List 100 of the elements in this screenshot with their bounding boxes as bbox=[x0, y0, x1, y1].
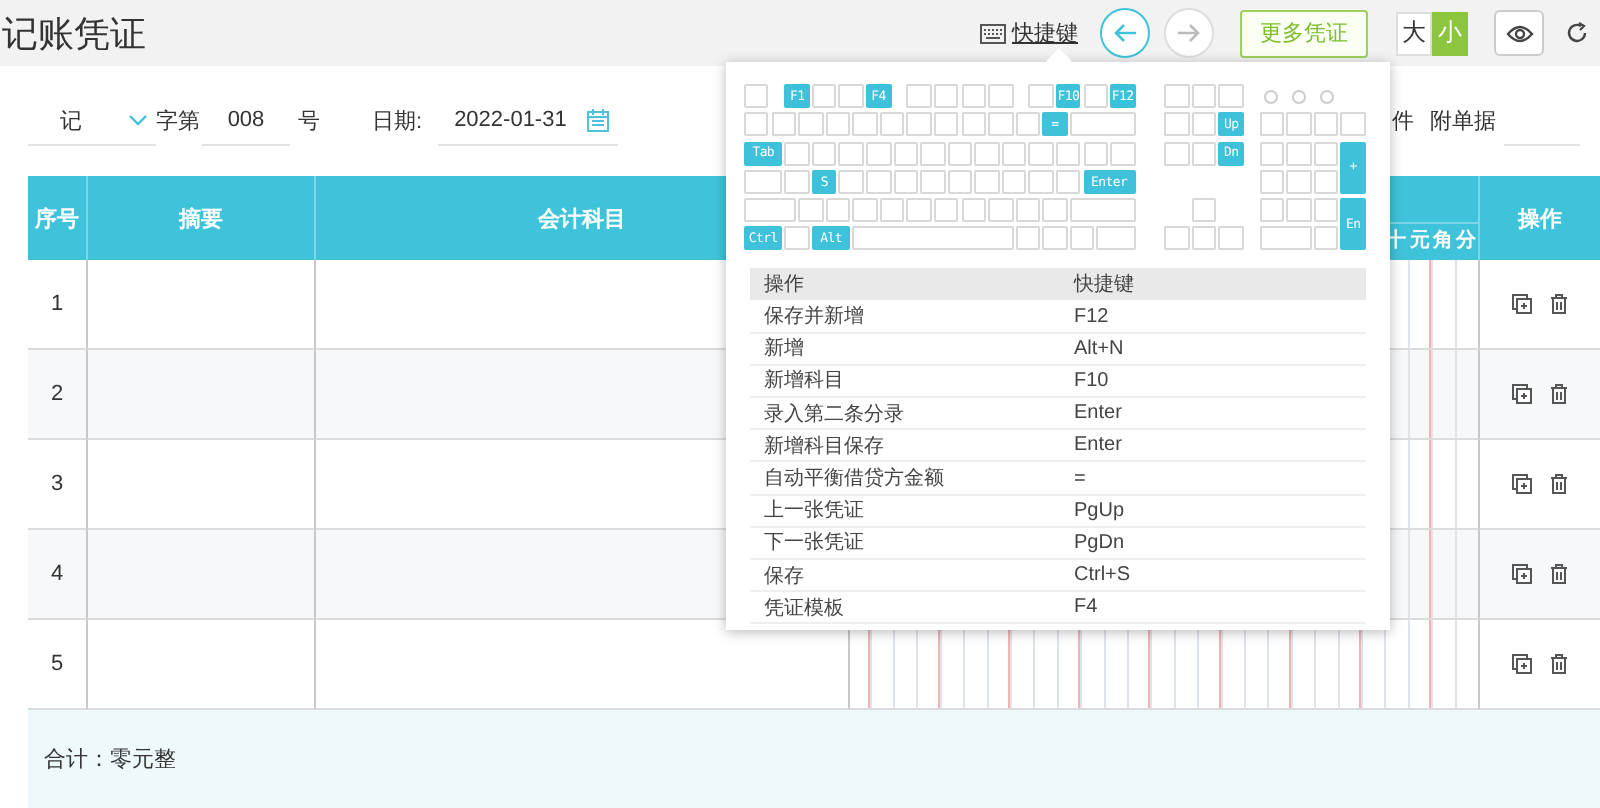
chevron-down-icon bbox=[128, 114, 148, 126]
keyboard-key bbox=[1191, 84, 1217, 108]
keyboard-key bbox=[1110, 141, 1136, 166]
shortcut-action: 新增科目 bbox=[750, 364, 1060, 398]
keyboard-key bbox=[1191, 112, 1217, 137]
keyboard-key bbox=[1055, 141, 1081, 166]
column-header: 快捷键 bbox=[1060, 268, 1366, 301]
keyboard-key bbox=[1015, 226, 1041, 251]
keyboard-key bbox=[933, 198, 959, 223]
attachment-label: 件 bbox=[1392, 108, 1414, 136]
refresh-icon[interactable] bbox=[1566, 22, 1588, 44]
keyboard-key bbox=[1340, 112, 1366, 137]
column-header: 操作 bbox=[750, 268, 1060, 301]
trash-icon[interactable] bbox=[1550, 384, 1568, 404]
copy-icon[interactable] bbox=[1512, 384, 1532, 404]
trash-icon[interactable] bbox=[1550, 294, 1568, 314]
keyboard-key bbox=[1069, 198, 1136, 223]
date-label: 日期: bbox=[372, 108, 423, 136]
keyboard-key bbox=[893, 141, 919, 166]
keyboard-key bbox=[825, 198, 851, 223]
keyboard-key bbox=[1042, 198, 1068, 223]
shortcut-action: 自动平衡借贷方金额 bbox=[750, 461, 1060, 495]
keyboard-key bbox=[1313, 112, 1339, 137]
copy-icon[interactable] bbox=[1512, 474, 1532, 494]
keyboard-key bbox=[1286, 169, 1312, 194]
keyboard-key bbox=[1286, 198, 1312, 223]
shortcut-action: 新增科目保存 bbox=[750, 429, 1060, 462]
keyboard-key bbox=[906, 198, 932, 223]
shortcut-action: 保存并新增 bbox=[750, 300, 1060, 333]
keyboard-key bbox=[1259, 198, 1285, 223]
keyboard-key bbox=[920, 141, 946, 166]
shortcut-keys: Enter bbox=[1060, 397, 1366, 430]
keyboard-key bbox=[961, 112, 986, 137]
suffix-label: 号 bbox=[298, 108, 320, 136]
voucher-type-select[interactable]: 记 bbox=[28, 97, 156, 145]
keyboard-key bbox=[961, 198, 986, 223]
shortcut-keys: F10 bbox=[1060, 364, 1366, 398]
keyboard-key bbox=[961, 84, 986, 108]
keyboard-key bbox=[784, 141, 810, 166]
keyboard-key bbox=[1069, 112, 1136, 137]
copy-icon[interactable] bbox=[1512, 564, 1532, 584]
keyboard-key bbox=[1015, 112, 1041, 137]
shortcut-keys: PgUp bbox=[1060, 494, 1366, 527]
row-number: 2 bbox=[28, 350, 88, 440]
keyboard-key bbox=[1028, 84, 1054, 108]
digit-header: 分 bbox=[1454, 227, 1478, 256]
view-button[interactable] bbox=[1494, 10, 1544, 56]
keyboard-key bbox=[988, 84, 1014, 108]
keyboard-key bbox=[933, 112, 959, 137]
keyboard-key bbox=[838, 141, 864, 166]
keyboard-key bbox=[1286, 112, 1312, 137]
keyboard-key bbox=[1191, 198, 1217, 223]
keyboard-key bbox=[1286, 141, 1312, 166]
eye-icon bbox=[1505, 23, 1533, 43]
digit-header: 角 bbox=[1431, 227, 1455, 256]
keyboard-key bbox=[1164, 112, 1190, 137]
shortcut-keys: Enter bbox=[1060, 429, 1366, 462]
keyboard-key bbox=[1001, 141, 1027, 166]
keyboard-key bbox=[1069, 226, 1095, 251]
keyboard-key bbox=[798, 112, 824, 137]
indicator-light bbox=[1264, 89, 1279, 103]
keyboard-key bbox=[1028, 169, 1054, 194]
keyboard-key bbox=[1164, 226, 1190, 251]
date-field[interactable]: 2022-01-31 bbox=[438, 97, 619, 145]
keyboard-key bbox=[974, 141, 1000, 166]
keyboard-key bbox=[1001, 169, 1027, 194]
keyboard-key bbox=[988, 112, 1014, 137]
keyboard-key bbox=[866, 141, 891, 166]
keyboard-key bbox=[893, 169, 919, 194]
keyboard-key bbox=[906, 112, 932, 137]
keyboard-key bbox=[784, 169, 810, 194]
shortcut-action: 新增 bbox=[750, 332, 1060, 365]
keyboard-key bbox=[1015, 198, 1041, 223]
keyboard-key bbox=[947, 141, 973, 166]
keyboard-key bbox=[988, 198, 1014, 223]
shortcut-link[interactable]: 快捷键 bbox=[980, 18, 1078, 48]
copy-icon[interactable] bbox=[1512, 654, 1532, 674]
keyboard-key bbox=[1164, 141, 1190, 166]
keyboard-key bbox=[1218, 84, 1244, 108]
shortcut-action: 录入第二条分录 bbox=[750, 397, 1060, 430]
keyboard-key bbox=[1164, 84, 1190, 108]
size-toggle-button[interactable]: 大 bbox=[1396, 11, 1432, 55]
keyboard-key bbox=[1083, 141, 1108, 166]
shortcut-keys: F4 bbox=[1060, 591, 1366, 624]
shortcut-keys: Alt+N bbox=[1060, 332, 1366, 365]
keyboard-key bbox=[906, 84, 932, 108]
keyboard-key bbox=[1313, 226, 1339, 251]
trash-icon[interactable] bbox=[1550, 654, 1568, 674]
keyboard-key bbox=[1259, 141, 1285, 166]
shortcut-keys: = bbox=[1060, 461, 1366, 495]
keyboard-key bbox=[879, 198, 905, 223]
shortcut-keys: F12 bbox=[1060, 300, 1366, 333]
keyboard-key bbox=[798, 198, 824, 223]
trash-icon[interactable] bbox=[1550, 474, 1568, 494]
number-field[interactable]: 008 bbox=[202, 97, 290, 145]
shortcut-keys: PgDn bbox=[1060, 526, 1366, 559]
copy-icon[interactable] bbox=[1512, 294, 1532, 314]
keyboard-key bbox=[744, 112, 769, 137]
keyboard-key bbox=[838, 169, 864, 194]
trash-icon[interactable] bbox=[1550, 564, 1568, 584]
